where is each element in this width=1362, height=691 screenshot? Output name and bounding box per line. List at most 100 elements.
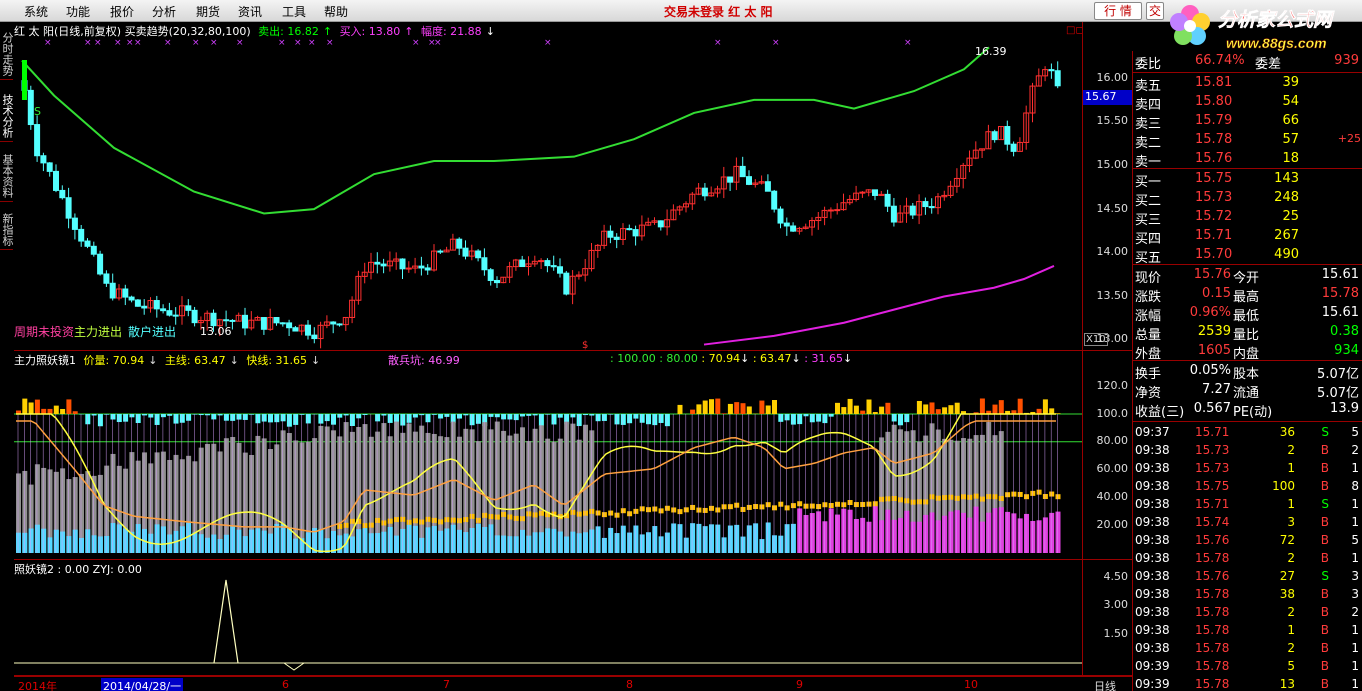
top-histogram-bar bbox=[274, 414, 280, 423]
top-histogram-bar bbox=[53, 405, 59, 414]
tick-row: 09:38 15.78 2 B 2 bbox=[1133, 604, 1362, 622]
candle bbox=[160, 308, 167, 312]
base-bar bbox=[929, 512, 935, 553]
signal-marker: $ bbox=[582, 340, 588, 351]
base-bar bbox=[1036, 520, 1042, 553]
candle bbox=[405, 267, 412, 270]
candle bbox=[330, 321, 337, 325]
indicator1-axis[interactable]: 120.0 100.0 80.00 60.00 40.00 20.00 bbox=[1082, 351, 1132, 560]
base-bar bbox=[545, 528, 551, 553]
stat2-row: 收益(三) 0.567 PE(动) 13.9 bbox=[1133, 400, 1362, 420]
top-histogram-bar bbox=[942, 407, 948, 414]
ask-price: 15.79 bbox=[1195, 113, 1233, 128]
ask-row: 卖一 15.76 18 bbox=[1133, 150, 1362, 170]
zoom-button[interactable]: X10 bbox=[1084, 333, 1108, 346]
period-button[interactable]: 日线 bbox=[1094, 678, 1116, 691]
candle bbox=[279, 322, 286, 325]
tab-fundamental[interactable]: 基本资料 bbox=[0, 150, 14, 202]
yellow-block bbox=[381, 520, 387, 526]
top-histogram-bar bbox=[431, 414, 437, 415]
base-bar bbox=[349, 536, 355, 553]
kline-price-axis[interactable]: 16.00 15.50 15.00 14.50 14.00 13.50 13.0… bbox=[1082, 22, 1132, 351]
base-bar bbox=[576, 533, 582, 553]
date-label: 7 bbox=[443, 678, 450, 691]
kline-panel[interactable]: × × × × × × × × × × × × × × × × × × × × × $ 红 太 阳(日线,前复权) 买卖趋… bbox=[14, 22, 1084, 351]
menu-item-futures[interactable]: 期货 bbox=[196, 3, 220, 20]
stat-value: 15.61 bbox=[1321, 305, 1359, 320]
menu-item-news[interactable]: 资讯 bbox=[238, 3, 262, 20]
base-bar bbox=[709, 524, 714, 553]
yellow-block bbox=[419, 519, 425, 525]
top-histogram-bar bbox=[822, 414, 828, 424]
menu-item-system[interactable]: 系统 bbox=[24, 3, 48, 20]
menu-item-analysis[interactable]: 分析 bbox=[152, 3, 176, 20]
base-bar bbox=[22, 532, 28, 553]
indicator1-panel[interactable]: 主力照妖镜1 价量: 70.94 ↓ 主线: 63.47 ↓ 快线: 31.65 ↓ … bbox=[14, 351, 1082, 560]
tick-price: 15.73 bbox=[1195, 461, 1230, 475]
candle bbox=[777, 208, 784, 224]
base-bar bbox=[532, 532, 538, 553]
tick-row: 09:38 15.73 1 B 1 bbox=[1133, 460, 1362, 478]
yellow-block bbox=[879, 496, 885, 502]
candle bbox=[872, 189, 878, 196]
tick-count: 1 bbox=[1351, 641, 1359, 655]
base-bar bbox=[702, 526, 708, 553]
ref-value: : 31.65 bbox=[804, 352, 843, 365]
tab-intraday[interactable]: 分时走势 bbox=[0, 28, 14, 80]
base-bar bbox=[28, 528, 34, 553]
yellow-block bbox=[746, 504, 752, 510]
kline-title: 红 太 阳(日线,前复权) 买卖趋势(20,32,80,100) bbox=[14, 25, 251, 38]
top-histogram-bar bbox=[205, 414, 210, 416]
signal-marker: × bbox=[236, 38, 244, 48]
tick-count: 1 bbox=[1351, 551, 1359, 565]
base-bar bbox=[639, 534, 645, 553]
candle bbox=[134, 299, 141, 307]
tick-row: 09:38 15.73 2 B 2 bbox=[1133, 442, 1362, 460]
candle bbox=[909, 205, 916, 216]
signal-marker: × bbox=[114, 38, 122, 48]
kline-chart[interactable]: × × × × × × × × × × × × × × × ×× × × × ×$ bbox=[14, 22, 1082, 351]
yellow-block bbox=[601, 512, 607, 518]
yellow-block bbox=[860, 501, 866, 507]
stat-label: 最低 bbox=[1233, 309, 1260, 324]
indicator2-axis[interactable]: 4.50 3.00 1.50 bbox=[1082, 560, 1132, 676]
price-volume-value: 价量: 70.94 bbox=[83, 354, 145, 367]
tick-volume: 2 bbox=[1287, 443, 1295, 457]
tick-side: B bbox=[1320, 479, 1329, 493]
candle bbox=[128, 296, 135, 301]
range-label: 幅度: 21.88 bbox=[420, 25, 482, 38]
tab-technical[interactable]: 技术分析 bbox=[0, 90, 14, 142]
tab-new-indicator[interactable]: 新指标 bbox=[0, 210, 14, 250]
left-tab-strip: 分时走势 技术分析 基本资料 新指标 bbox=[0, 22, 14, 691]
candle bbox=[519, 259, 526, 268]
menu-item-tools[interactable]: 工具 bbox=[282, 3, 306, 20]
top-histogram-bar bbox=[286, 414, 292, 427]
base-bar bbox=[205, 537, 210, 553]
date-axis[interactable]: 2014年 2014/04/28/一 6 7 8 9 10 日线 bbox=[14, 676, 1132, 691]
yellow-block bbox=[532, 512, 538, 518]
stat2-value: 7.27 bbox=[1202, 382, 1231, 397]
indicator2-chart bbox=[14, 579, 1082, 671]
tick-volume: 5 bbox=[1287, 659, 1295, 673]
ind2-tick: 3.00 bbox=[1103, 598, 1129, 611]
tick-price: 15.76 bbox=[1195, 569, 1230, 583]
ask-row: 卖五 15.81 39 bbox=[1133, 74, 1362, 94]
top-histogram-bar bbox=[797, 414, 803, 425]
yellow-block bbox=[872, 501, 878, 507]
base-bar bbox=[847, 509, 853, 553]
menu-item-function[interactable]: 功能 bbox=[66, 3, 90, 20]
top-histogram-bar bbox=[91, 414, 97, 416]
tick-count: 5 bbox=[1351, 425, 1359, 439]
candle bbox=[827, 209, 834, 212]
signal-marker: × bbox=[164, 38, 172, 48]
yellow-block bbox=[979, 496, 985, 502]
indicator2-panel[interactable]: 照妖镜2 : 0.00 ZYJ: 0.00 bbox=[14, 560, 1082, 676]
menu-item-help[interactable]: 帮助 bbox=[324, 3, 348, 20]
base-bar bbox=[60, 531, 66, 553]
bottom-label-main-force: 主力进出 bbox=[74, 325, 123, 339]
quote-button[interactable]: 行 情 bbox=[1094, 2, 1142, 20]
candle bbox=[286, 322, 293, 329]
menu-item-quote[interactable]: 报价 bbox=[110, 3, 134, 20]
bid-price: 15.72 bbox=[1195, 209, 1233, 224]
top-histogram-bar bbox=[557, 414, 563, 418]
